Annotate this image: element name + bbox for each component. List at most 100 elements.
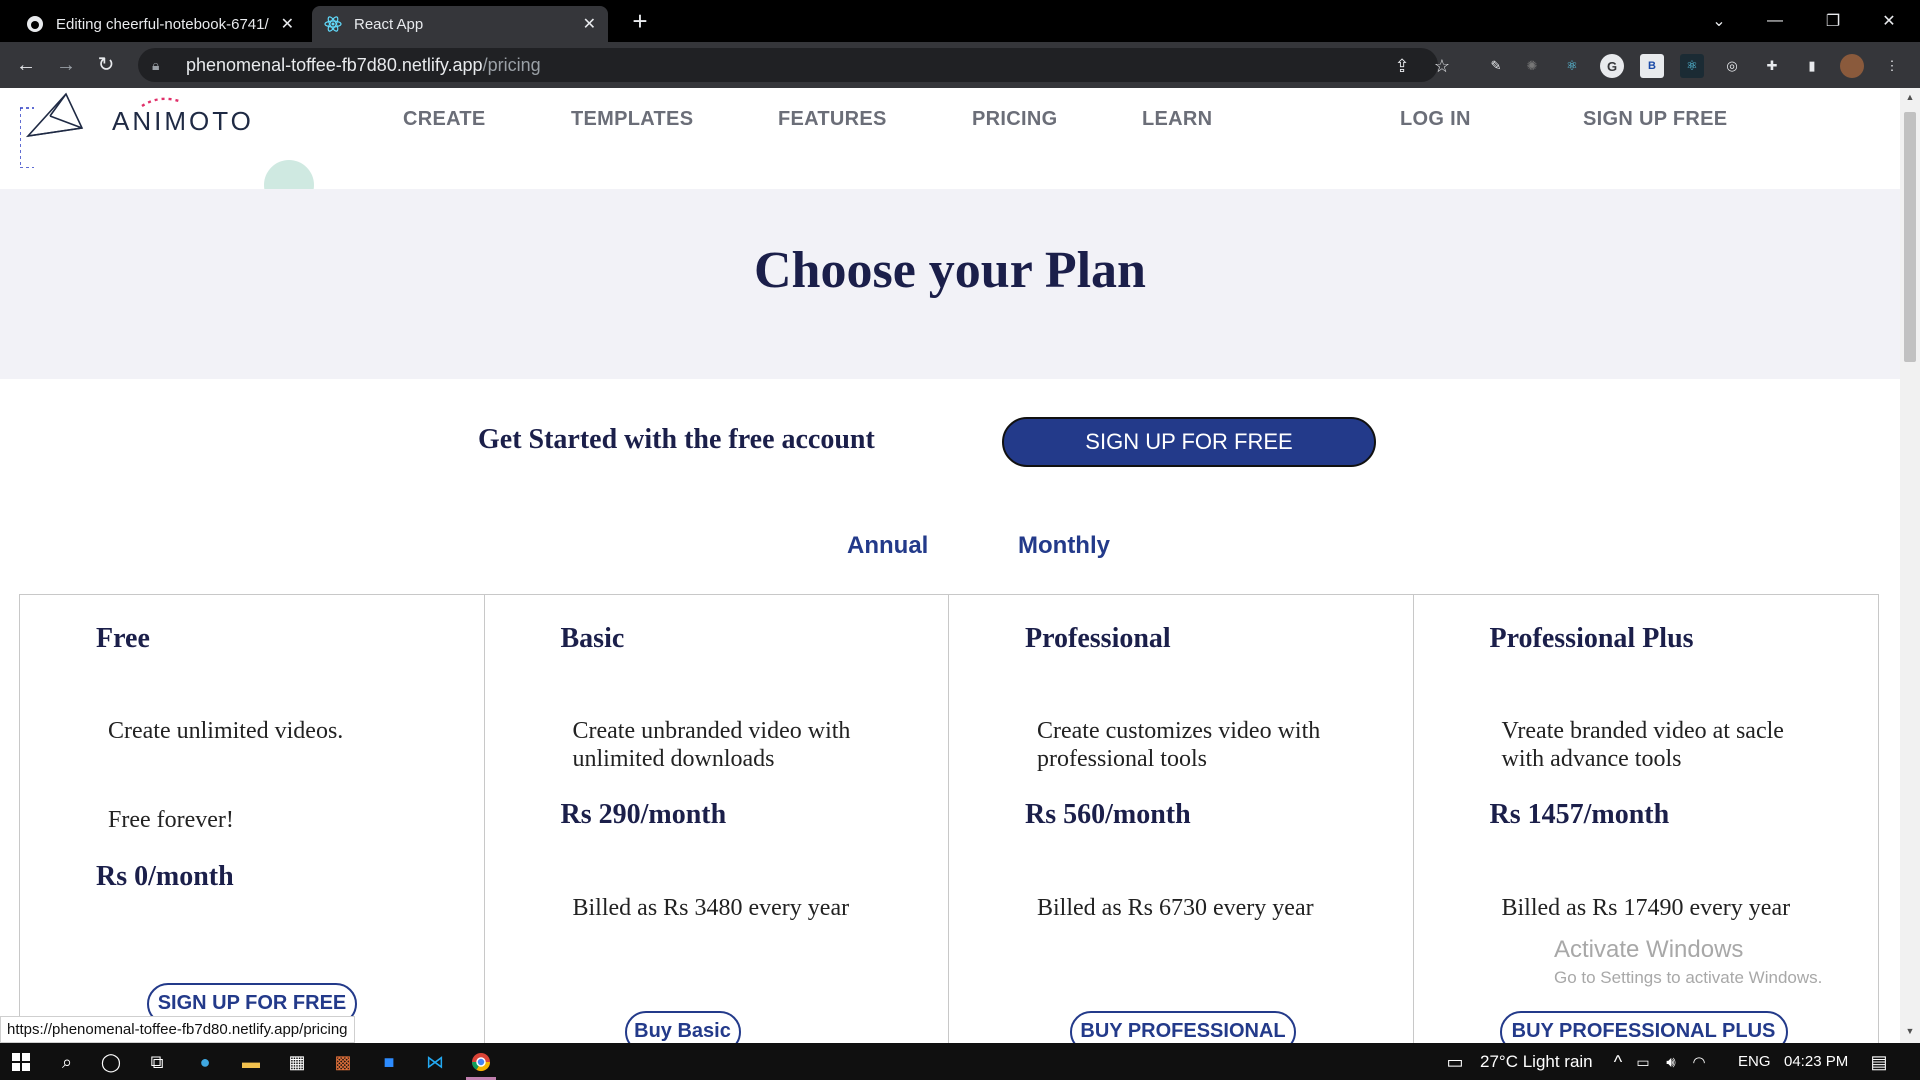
- plan-billing: Billed as Rs 17490 every year: [1501, 895, 1791, 921]
- language-indicator[interactable]: ENG: [1738, 1043, 1771, 1080]
- b-icon[interactable]: B: [1640, 54, 1664, 78]
- pen-icon[interactable]: ✎: [1484, 54, 1508, 78]
- tab-react-app[interactable]: React App ✕: [312, 6, 608, 42]
- signup-for-free-button[interactable]: SIGN UP FOR FREE: [1002, 417, 1376, 467]
- app-icon[interactable]: ▩: [324, 1047, 362, 1077]
- plan-name: Free: [96, 623, 150, 654]
- plan-price: Rs 290/month: [560, 799, 727, 830]
- windows-start-icon[interactable]: [2, 1047, 40, 1077]
- new-tab-button[interactable]: +: [624, 6, 656, 38]
- plan-card-professional: Professional Create customizes video wit…: [949, 595, 1414, 1043]
- close-window-icon[interactable]: ✕: [1866, 0, 1912, 42]
- tab-editing-notebook[interactable]: Editing cheerful-notebook-6741/ ✕: [14, 6, 306, 42]
- logo-spark-decoration: [141, 97, 183, 108]
- nav-signup[interactable]: SIGN UP FREE: [1583, 108, 1727, 131]
- notification-icon[interactable]: ▤: [1860, 1047, 1898, 1077]
- scroll-down-icon[interactable]: ▼: [1904, 1026, 1916, 1038]
- chrome-icon[interactable]: [462, 1047, 500, 1080]
- page-title: Choose your Plan: [754, 242, 1146, 299]
- watermark-title: Activate Windows: [1554, 936, 1744, 963]
- weather-icon[interactable]: ▭: [1436, 1047, 1474, 1077]
- plan-description: Create customizes video with professiona…: [1037, 718, 1321, 772]
- plan-billing: Billed as Rs 3480 every year: [572, 895, 850, 921]
- github-icon: [26, 15, 44, 33]
- plan-card-basic: Basic Create unbranded video with unlimi…: [485, 595, 949, 1043]
- target-icon[interactable]: ◎: [1720, 54, 1744, 78]
- forward-icon[interactable]: →: [52, 52, 80, 80]
- show-hidden-icons[interactable]: ^: [1606, 1047, 1630, 1077]
- hero-section: Choose your Plan: [0, 189, 1900, 379]
- task-view-icon[interactable]: ⧉: [138, 1047, 176, 1077]
- file-explorer-icon[interactable]: ▬: [232, 1047, 270, 1077]
- web-page: ANIMOTO CREATE TEMPLATES FEATURES PRICIN…: [0, 88, 1900, 1043]
- activate-windows-watermark: Activate Windows Go to Settings to activ…: [1554, 936, 1822, 988]
- share-icon[interactable]: ⇪: [1390, 54, 1414, 78]
- clock[interactable]: 04:23 PM: [1784, 1043, 1848, 1080]
- back-icon[interactable]: ←: [12, 52, 40, 80]
- volume-icon[interactable]: 🔊︎: [1658, 1047, 1684, 1077]
- buy-basic-button[interactable]: Buy Basic: [624, 1011, 741, 1043]
- scrollbar-thumb[interactable]: [1904, 112, 1916, 362]
- plan-billing: Billed as Rs 6730 every year: [1037, 895, 1314, 921]
- search-icon[interactable]: ⌕: [48, 1047, 86, 1077]
- edge-icon[interactable]: ●: [186, 1047, 224, 1077]
- nav-login[interactable]: LOG IN: [1400, 108, 1471, 131]
- plan-card-free: Free Create unlimited videos. Free forev…: [20, 595, 485, 1043]
- cortana-icon[interactable]: ◯: [92, 1047, 130, 1077]
- plan-description: Create unbranded video with unlimited do…: [572, 718, 851, 772]
- buy-professional-button[interactable]: BUY PROFESSIONAL: [1070, 1011, 1296, 1043]
- scroll-up-icon[interactable]: ▲: [1904, 92, 1916, 104]
- bookmark-star-icon[interactable]: ☆: [1430, 54, 1454, 78]
- profile-avatar[interactable]: [1840, 54, 1864, 78]
- store-icon[interactable]: ▦: [278, 1047, 316, 1077]
- tab-search-icon[interactable]: ⌄: [1696, 0, 1742, 42]
- plan-name: Basic: [560, 623, 625, 654]
- menu-kebab-icon[interactable]: ⋮: [1880, 54, 1904, 78]
- minimize-icon[interactable]: —: [1752, 0, 1798, 42]
- restore-icon[interactable]: ❐: [1810, 0, 1856, 42]
- close-tab-icon[interactable]: ✕: [281, 14, 294, 34]
- watermark-subtitle: Go to Settings to activate Windows.: [1554, 968, 1823, 987]
- react-devtools-icon[interactable]: ⚛: [1560, 54, 1584, 78]
- nav-learn[interactable]: LEARN: [1142, 108, 1212, 131]
- billing-monthly-toggle[interactable]: Monthly: [1018, 532, 1110, 560]
- react-icon[interactable]: ⚛: [1680, 54, 1704, 78]
- tab-title: React App: [354, 15, 424, 33]
- plan-name: Professional Plus: [1489, 623, 1694, 654]
- wifi-icon[interactable]: ◠: [1686, 1047, 1712, 1077]
- plan-price: Rs 560/month: [1025, 799, 1191, 830]
- page-scrollbar[interactable]: ▲ ▼: [1900, 88, 1920, 1043]
- billing-annual-toggle[interactable]: Annual: [847, 532, 928, 560]
- nav-create[interactable]: CREATE: [403, 108, 486, 131]
- weather-text[interactable]: 27°C Light rain: [1480, 1043, 1593, 1080]
- react-icon: [324, 15, 342, 33]
- url-host: phenomenal-toffee-fb7d80.netlify.app: [186, 54, 483, 75]
- plan-description: Create unlimited videos.: [108, 718, 344, 744]
- browser-tab-bar: Editing cheerful-notebook-6741/ ✕ React …: [0, 0, 1920, 42]
- plan-description: Vreate branded video at sacle with advan…: [1501, 718, 1784, 772]
- address-bar[interactable]: 🔒︎ phenomenal-toffee-fb7d80.netlify.app /…: [138, 48, 1438, 82]
- cta-text: Get Started with the free account: [478, 424, 875, 455]
- sidepanel-icon[interactable]: ▮: [1800, 54, 1824, 78]
- tab-title: Editing cheerful-notebook-6741/: [56, 15, 269, 33]
- buy-professional-plus-button[interactable]: BUY PROFESSIONAL PLUS: [1499, 1011, 1788, 1043]
- plan-price: Rs 1457/month: [1489, 799, 1670, 830]
- reload-icon[interactable]: ↻: [92, 52, 120, 80]
- plan-note: Free forever!: [108, 807, 234, 833]
- zoom-icon[interactable]: ■: [370, 1047, 408, 1077]
- battery-icon[interactable]: ▭: [1630, 1047, 1656, 1077]
- puzzle-icon[interactable]: ✚: [1760, 54, 1784, 78]
- grammarly-icon[interactable]: G: [1600, 54, 1624, 78]
- bug-icon[interactable]: ✺: [1520, 54, 1544, 78]
- nav-pricing[interactable]: PRICING: [972, 108, 1057, 131]
- plan-name: Professional: [1025, 623, 1171, 654]
- nav-features[interactable]: FEATURES: [778, 108, 887, 131]
- vscode-icon[interactable]: ⋈: [416, 1047, 454, 1077]
- close-tab-icon[interactable]: ✕: [583, 14, 596, 34]
- nav-templates[interactable]: TEMPLATES: [571, 108, 693, 131]
- lock-icon[interactable]: 🔒︎: [152, 57, 172, 74]
- windows-taskbar: ⌕ ◯ ⧉ ● ▬ ▦ ▩ ■ ⋈ ▭ 27°C Light rain ^ ▭ …: [0, 1043, 1920, 1080]
- animoto-logo[interactable]: ANIMOTO: [20, 88, 251, 168]
- plan-price: Rs 0/month: [96, 861, 234, 892]
- site-header: ANIMOTO CREATE TEMPLATES FEATURES PRICIN…: [0, 88, 1900, 210]
